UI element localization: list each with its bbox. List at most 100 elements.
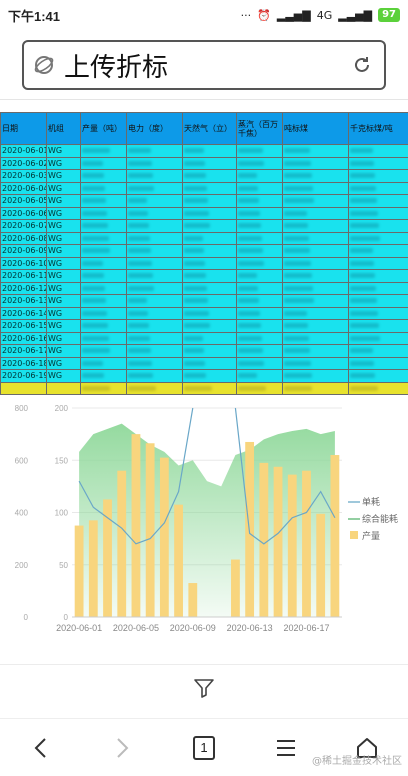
redacted-value bbox=[128, 248, 151, 253]
redacted-value bbox=[128, 373, 153, 378]
total-cell bbox=[81, 382, 127, 394]
cell-redacted bbox=[81, 295, 127, 308]
redacted-value bbox=[184, 211, 209, 216]
redacted-value bbox=[82, 311, 107, 316]
header-date: 日期 bbox=[1, 113, 47, 145]
cell-unit: WG bbox=[47, 307, 81, 320]
total-cell bbox=[283, 382, 349, 394]
redacted-value bbox=[128, 311, 148, 316]
redacted-value bbox=[184, 348, 204, 353]
cell-date: 2020-06-09 bbox=[1, 245, 47, 258]
redacted-value bbox=[82, 173, 104, 178]
cell-redacted bbox=[237, 207, 283, 220]
cell-redacted bbox=[81, 220, 127, 233]
forward-button[interactable] bbox=[92, 728, 152, 768]
redacted-value bbox=[128, 273, 153, 278]
redacted-value bbox=[350, 198, 377, 203]
cell-date: 2020-06-17 bbox=[1, 345, 47, 358]
redacted-value bbox=[350, 348, 373, 353]
menu-button[interactable] bbox=[256, 728, 316, 768]
redacted-value bbox=[128, 223, 149, 228]
y-left-tick: 0 bbox=[24, 613, 29, 622]
redacted-value bbox=[284, 261, 311, 266]
redacted-value bbox=[350, 286, 376, 291]
redacted-value bbox=[128, 186, 154, 191]
cell-date: 2020-06-05 bbox=[1, 195, 47, 208]
cell-redacted bbox=[81, 370, 127, 383]
redacted-value bbox=[82, 273, 104, 278]
x-tick-label: 2020-06-05 bbox=[113, 623, 159, 633]
cell-redacted bbox=[127, 170, 183, 183]
cell-redacted bbox=[127, 195, 183, 208]
redacted-value bbox=[350, 361, 374, 366]
more-dots-icon: ··· bbox=[241, 9, 252, 22]
redacted-value bbox=[184, 286, 207, 291]
redacted-value bbox=[128, 336, 150, 341]
redacted-value bbox=[82, 161, 103, 166]
cell-redacted bbox=[183, 345, 237, 358]
header-power: 电力（度） bbox=[127, 113, 183, 145]
cell-redacted bbox=[127, 345, 183, 358]
total-cell bbox=[47, 382, 81, 394]
cell-redacted bbox=[283, 282, 349, 295]
redacted-value bbox=[128, 361, 152, 366]
cell-redacted bbox=[183, 245, 237, 258]
bar-2020-06-01 bbox=[75, 526, 84, 617]
cell-date: 2020-06-02 bbox=[1, 157, 47, 170]
back-button[interactable] bbox=[11, 728, 71, 768]
filter-icon[interactable] bbox=[192, 676, 216, 704]
cell-unit: WG bbox=[47, 257, 81, 270]
battery-icon: 97 bbox=[378, 8, 400, 22]
bar-2020-06-05 bbox=[132, 434, 141, 617]
cell-redacted bbox=[183, 320, 237, 333]
cell-redacted bbox=[81, 170, 127, 183]
address-bar[interactable]: 上传折标 bbox=[22, 40, 386, 90]
cell-redacted bbox=[349, 332, 408, 345]
y-right-tick: 0 bbox=[64, 613, 69, 622]
redacted-value bbox=[284, 211, 307, 216]
page-title: 上传折标 bbox=[64, 47, 340, 84]
cell-unit: WG bbox=[47, 270, 81, 283]
data-table-container: 日期 机组 产量（吨） 电力（度） 天然气（立） 蒸汽（百万千焦） 吨标煤 千克… bbox=[0, 112, 408, 402]
cell-redacted bbox=[237, 307, 283, 320]
cell-redacted bbox=[237, 257, 283, 270]
redacted-value bbox=[350, 323, 379, 328]
cell-date: 2020-06-06 bbox=[1, 207, 47, 220]
redacted-value bbox=[184, 336, 203, 341]
cell-date: 2020-06-03 bbox=[1, 170, 47, 183]
redacted-value bbox=[284, 348, 310, 353]
cell-unit: WG bbox=[47, 357, 81, 370]
cell-date: 2020-06-19 bbox=[1, 370, 47, 383]
redacted-value bbox=[82, 186, 105, 191]
cell-redacted bbox=[349, 345, 408, 358]
cell-date: 2020-06-16 bbox=[1, 332, 47, 345]
redacted-value bbox=[128, 261, 152, 266]
alarm-icon: ⏰ bbox=[257, 9, 271, 22]
cell-redacted bbox=[283, 357, 349, 370]
redacted-value bbox=[238, 261, 264, 266]
reload-icon[interactable] bbox=[340, 54, 384, 76]
cell-redacted bbox=[283, 332, 349, 345]
cell-redacted bbox=[283, 170, 349, 183]
cell-redacted bbox=[349, 245, 408, 258]
cell-redacted bbox=[283, 245, 349, 258]
redacted-value bbox=[284, 373, 312, 378]
cell-redacted bbox=[127, 320, 183, 333]
cell-redacted bbox=[127, 232, 183, 245]
cell-date: 2020-06-14 bbox=[1, 307, 47, 320]
redacted-value bbox=[82, 261, 103, 266]
cell-redacted bbox=[183, 157, 237, 170]
status-icons: ··· ⏰ ▂▃▅▇ 4G ▂▃▅▇ 97 bbox=[241, 8, 400, 22]
redacted-value bbox=[284, 323, 308, 328]
cell-redacted bbox=[81, 207, 127, 220]
redacted-value bbox=[82, 223, 108, 228]
cell-redacted bbox=[283, 232, 349, 245]
cell-redacted bbox=[349, 370, 408, 383]
cell-date: 2020-06-04 bbox=[1, 182, 47, 195]
cell-redacted bbox=[81, 245, 127, 258]
bar-2020-06-09 bbox=[188, 583, 197, 617]
tabs-button[interactable]: 1 bbox=[174, 728, 234, 768]
redacted-value bbox=[238, 211, 260, 216]
chevron-right-icon bbox=[112, 736, 132, 760]
redacted-value bbox=[238, 386, 266, 391]
